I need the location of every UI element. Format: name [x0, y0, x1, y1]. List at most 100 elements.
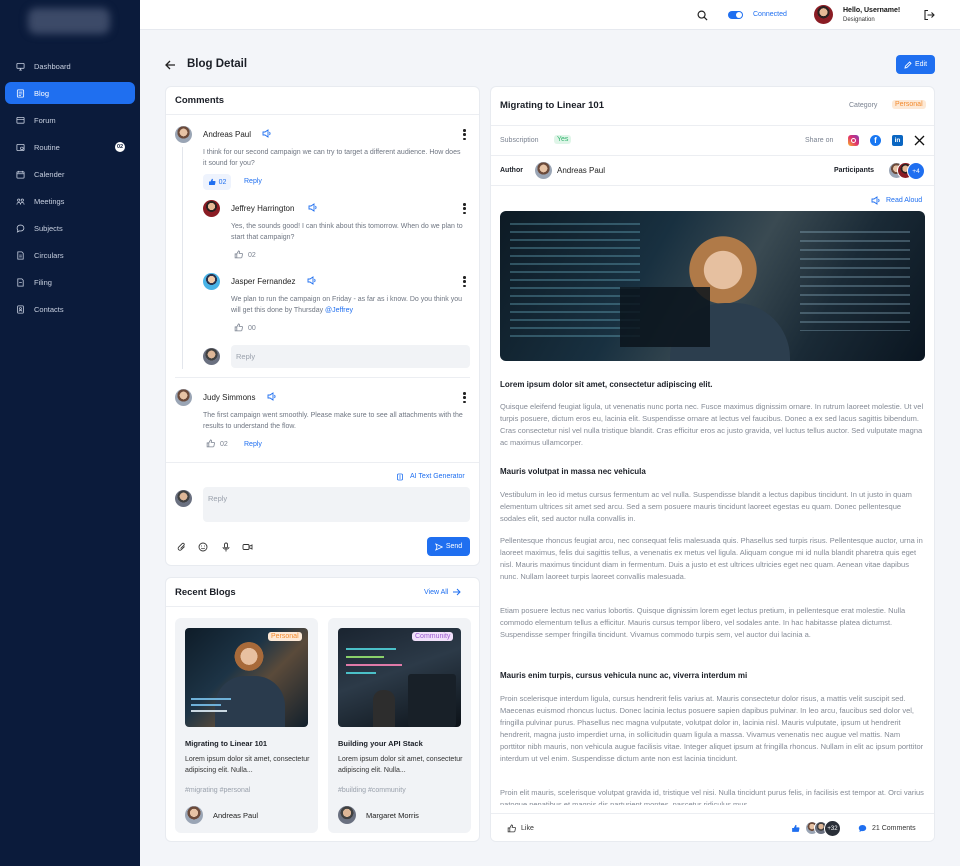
attachment-icon[interactable] [177, 542, 187, 552]
article-paragraph: Proin scelerisque interdum ligula, cursu… [500, 694, 924, 763]
mention-link[interactable]: @Jeffrey [325, 307, 353, 314]
blog-card[interactable]: Community Building your API Stack Lorem … [328, 618, 471, 833]
comment-author: Jeffrey Harrington [231, 204, 295, 213]
blog-icon [16, 88, 25, 98]
thumbs-up-filled-icon [792, 824, 800, 832]
comments-card: Comments Andreas Paul I think for our se… [165, 86, 480, 566]
article-footer: Like +32 21 Comments [491, 813, 934, 841]
video-icon[interactable] [242, 542, 253, 552]
thread-reply-input[interactable]: Reply [231, 345, 470, 368]
sidebar-item-contacts[interactable]: Contacts [5, 298, 135, 320]
circulars-icon [17, 250, 24, 260]
sidebar-item-blog[interactable]: Blog [5, 82, 135, 104]
notification-badge: 02 [115, 142, 125, 152]
comments-count-button[interactable]: 21 Comments [858, 824, 916, 833]
article-paragraph: Proin elit mauris, scelerisque volutpat … [500, 788, 924, 805]
search-icon[interactable] [697, 10, 708, 21]
instagram-icon[interactable] [848, 135, 859, 146]
microphone-icon[interactable] [221, 542, 231, 552]
reply-link[interactable]: Reply [244, 178, 262, 185]
comment-text: I think for our second campaign we can t… [203, 149, 461, 167]
article-paragraph: Vestibulum in leo id metus cursus fermen… [500, 490, 912, 523]
comment-author: Andreas Paul [203, 130, 252, 139]
forum-icon [16, 116, 25, 124]
x-twitter-icon[interactable] [914, 135, 925, 146]
comment-more-icon[interactable] [463, 392, 466, 403]
participants-more-badge[interactable]: +4 [907, 162, 925, 180]
sidebar-item-filing[interactable]: Filing [5, 271, 135, 293]
facebook-icon[interactable]: f [870, 135, 881, 146]
connection-toggle[interactable] [728, 11, 743, 19]
read-aloud-button[interactable]: Read Aloud [871, 196, 922, 205]
page-title: Blog Detail [187, 58, 248, 70]
arrow-right-icon [453, 588, 462, 596]
article-lead: Lorem ipsum dolor sit amet, consectetur … [500, 380, 713, 389]
view-all-link[interactable]: View All [424, 588, 462, 596]
sidebar: Dashboard Blog Forum Routine 02 Calender Meeti… [0, 0, 140, 866]
filing-icon [17, 277, 24, 287]
sidebar-item-dashboard[interactable]: Dashboard [5, 55, 135, 77]
category-tag: Personal [268, 632, 302, 641]
user-designation: Designation [843, 17, 875, 23]
recent-blogs-card: Recent Blogs View All Personal Migrating… [165, 577, 480, 842]
reply-placeholder: Reply [236, 352, 256, 361]
blog-card-title: Migrating to Linear 101 [185, 739, 268, 748]
user-greeting: Hello, Username! [843, 7, 901, 14]
comment-avatar [203, 200, 220, 217]
comment-more-icon[interactable] [463, 129, 466, 140]
sidebar-item-routine[interactable]: Routine 02 [5, 136, 135, 158]
comment-avatar [175, 389, 192, 406]
author-label: Author [500, 167, 523, 174]
category-tag: Community [412, 632, 454, 641]
blog-card-author-avatar [185, 806, 203, 824]
sidebar-item-circulars[interactable]: Circulars [5, 244, 135, 266]
thumbs-up-icon[interactable] [206, 439, 215, 448]
like-button[interactable]: Like [507, 824, 534, 833]
sidebar-item-meetings[interactable]: Meetings [5, 190, 135, 212]
article-title: Migrating to Linear 101 [500, 100, 604, 111]
category-tag: Personal [892, 100, 926, 109]
sidebar-item-calender[interactable]: Calender [5, 163, 135, 185]
like-count: 02 [220, 441, 228, 448]
speaker-icon[interactable] [308, 203, 318, 212]
sidebar-item-forum[interactable]: Forum [5, 109, 135, 131]
meetings-icon [16, 198, 25, 205]
linkedin-icon[interactable]: in [892, 135, 903, 146]
comment-more-icon[interactable] [463, 276, 466, 287]
thumbs-up-icon[interactable] [234, 323, 243, 332]
blog-card-author: Andreas Paul [213, 811, 259, 820]
like-button-active[interactable]: 02 [203, 174, 231, 190]
blog-card[interactable]: Personal Migrating to Linear 101 Lorem i… [175, 618, 318, 833]
contacts-icon [17, 304, 24, 314]
ai-text-generator-link[interactable]: AI Text Generator [410, 473, 465, 480]
edit-button[interactable]: Edit [896, 55, 935, 74]
logout-icon[interactable] [923, 9, 935, 21]
recent-blogs-title: Recent Blogs [175, 587, 236, 598]
subjects-icon [16, 224, 25, 233]
speaker-icon[interactable] [307, 276, 317, 285]
speaker-icon[interactable] [267, 392, 277, 401]
reply-link[interactable]: Reply [244, 441, 262, 448]
back-arrow-icon[interactable] [165, 60, 176, 70]
speaker-icon[interactable] [262, 129, 272, 138]
sidebar-item-label: Calender [34, 169, 65, 179]
participants-label: Participants [834, 167, 875, 174]
reactions-more-badge[interactable]: +32 [824, 820, 841, 837]
send-label: Send [445, 543, 463, 550]
sidebar-item-label: Blog [34, 88, 50, 98]
send-button[interactable]: Send [427, 537, 470, 556]
subscription-tag: Yes [554, 135, 572, 144]
comment-text: The first campaign went smoothly. Please… [203, 412, 463, 430]
article-hero-image [500, 211, 925, 361]
comment-more-icon[interactable] [463, 203, 466, 214]
user-avatar[interactable] [814, 5, 833, 24]
thumbs-up-icon[interactable] [234, 250, 243, 259]
emoji-icon[interactable] [198, 542, 208, 552]
comment-composer-input[interactable]: Reply [203, 487, 470, 522]
article-subheading: Mauris volutpat in massa nec vehicula [500, 467, 646, 476]
blog-card-hashtags: #building #community [338, 787, 406, 794]
blog-card-title: Building your API Stack [338, 739, 423, 748]
sidebar-item-label: Circulars [34, 250, 64, 260]
sidebar-item-subjects[interactable]: Subjects [5, 217, 135, 239]
comments-count: 21 Comments [872, 825, 916, 832]
